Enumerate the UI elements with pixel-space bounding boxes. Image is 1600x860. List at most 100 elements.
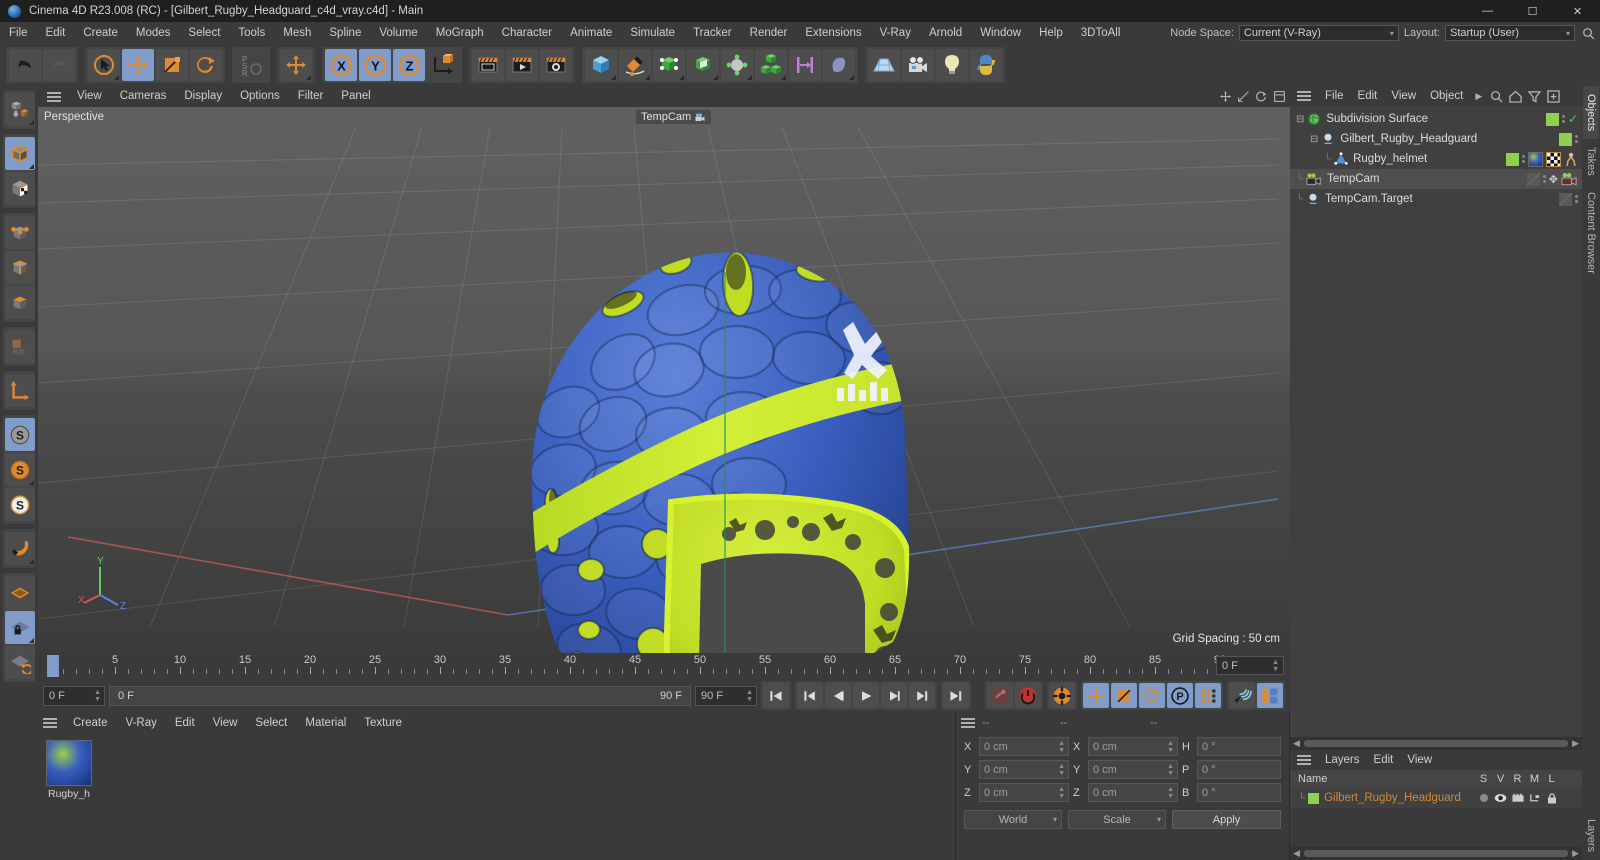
keyframe-settings-icon[interactable] xyxy=(1049,683,1075,708)
play-icon[interactable] xyxy=(853,683,879,708)
pen-spline-icon[interactable] xyxy=(619,49,651,81)
spinner-icon[interactable]: ▲ ▼ xyxy=(1167,786,1174,800)
timeline-frame-field[interactable]: 0 F ▲ ▼ xyxy=(1216,656,1284,675)
viewport[interactable]: Perspective TempCam Y X Z Grid Spacing:… xyxy=(38,107,1290,653)
mograph-icon[interactable] xyxy=(755,49,787,81)
workplane-reset-icon[interactable] xyxy=(5,646,35,679)
menu-item-select[interactable]: Select xyxy=(179,22,229,44)
y-axis-icon[interactable]: Y xyxy=(359,49,391,81)
psr-icon[interactable]: PSR xyxy=(235,49,267,81)
menu-item-window[interactable]: Window xyxy=(971,22,1030,44)
spinner-icon[interactable]: ▲ ▼ xyxy=(1058,786,1065,800)
object-enable-toggle[interactable] xyxy=(1559,192,1572,206)
magnifier-icon[interactable] xyxy=(1490,90,1503,103)
floor-icon[interactable] xyxy=(868,49,900,81)
object-row[interactable]: └ Rugby_helmet xyxy=(1290,149,1582,169)
snap-settings-icon[interactable]: S xyxy=(5,453,35,486)
object-visibility-dots[interactable] xyxy=(1575,135,1578,143)
hamburger-icon[interactable] xyxy=(1297,752,1313,768)
material-list[interactable]: Rugby_h xyxy=(38,734,955,860)
move-icon[interactable] xyxy=(122,49,154,81)
hamburger-icon[interactable] xyxy=(961,715,977,731)
object-tree[interactable]: ⊟ Subdivision Surface ✓ ⊟ Gilbert_Rugby_Head… xyxy=(1290,106,1582,737)
spinner-icon[interactable]: ▲ ▼ xyxy=(1058,740,1065,754)
coord-input-size-z[interactable]: 0 cm ▲ ▼ xyxy=(1088,783,1178,802)
object-enable-toggle[interactable] xyxy=(1559,132,1572,146)
phong-tag-icon[interactable] xyxy=(1564,152,1578,167)
coord-input-size-y[interactable]: 0 cm ▲ ▼ xyxy=(1088,760,1178,779)
light-icon[interactable] xyxy=(936,49,968,81)
object-visibility-dots[interactable] xyxy=(1575,195,1578,203)
preview-end-input[interactable]: 90 F ▲ ▼ xyxy=(695,685,757,706)
layer-row[interactable]: └ Gilbert_Rugby_Headguard xyxy=(1290,788,1582,808)
solo-dot-icon[interactable] xyxy=(1475,793,1492,804)
scale-icon[interactable] xyxy=(156,49,188,81)
menu-item-tracker[interactable]: Tracker xyxy=(684,22,741,44)
menu-item-3dtoall[interactable]: 3DToAll xyxy=(1072,22,1130,44)
vertical-tab-content-browser[interactable]: Content Browser xyxy=(1583,184,1599,282)
scroll-right-icon[interactable]: ▶ xyxy=(1572,848,1579,859)
hamburger-icon[interactable] xyxy=(47,89,63,105)
menu-item-v-ray[interactable]: V-Ray xyxy=(871,22,920,44)
menu-item-arnold[interactable]: Arnold xyxy=(920,22,971,44)
spinner-icon[interactable]: ▲ ▼ xyxy=(1167,763,1174,777)
manager-icon[interactable] xyxy=(1526,793,1543,804)
viewport-menu-view[interactable]: View xyxy=(68,86,111,107)
object-visibility-dots[interactable] xyxy=(1522,155,1525,163)
menu-item-extensions[interactable]: Extensions xyxy=(796,22,870,44)
scrollbar-thumb[interactable] xyxy=(1303,740,1569,747)
menu-item-render[interactable]: Render xyxy=(741,22,797,44)
render-view-icon[interactable] xyxy=(472,49,504,81)
object-menu-view[interactable]: View xyxy=(1384,86,1423,106)
scroll-left-icon[interactable]: ◀ xyxy=(1293,848,1300,859)
viewport-menu-display[interactable]: Display xyxy=(175,86,231,107)
home-icon[interactable] xyxy=(1509,90,1522,103)
maximize-icon[interactable]: ☐ xyxy=(1510,0,1555,22)
coord-input-position-x[interactable]: 0 cm ▲ ▼ xyxy=(979,737,1069,756)
goto-start-icon[interactable] xyxy=(763,683,789,708)
key-pla-icon[interactable]: P xyxy=(1167,683,1193,708)
minimize-icon[interactable]: — xyxy=(1465,0,1510,22)
object-row[interactable]: └ TempCam ✥ xyxy=(1290,169,1582,189)
filter-icon[interactable] xyxy=(1528,90,1542,103)
object-visibility-dots[interactable] xyxy=(1542,175,1546,183)
material-menu-texture[interactable]: Texture xyxy=(355,713,411,734)
material-menu-edit[interactable]: Edit xyxy=(166,713,204,734)
current-frame-input[interactable]: 0 F ▲ ▼ xyxy=(43,685,105,706)
redo-icon[interactable] xyxy=(43,49,75,81)
timeline[interactable]: 051015202530354045505560657075808590 0 F… xyxy=(38,653,1290,679)
points-mode-icon[interactable] xyxy=(5,216,35,249)
array-icon[interactable] xyxy=(687,49,719,81)
menu-item-file[interactable]: File xyxy=(0,22,37,44)
z-axis-icon[interactable]: Z xyxy=(393,49,425,81)
material-menu-material[interactable]: Material xyxy=(296,713,355,734)
scroll-left-icon[interactable]: ◀ xyxy=(1293,738,1300,749)
coord-input-rotation-p[interactable]: 0 ° xyxy=(1197,760,1281,779)
edges-mode-icon[interactable] xyxy=(5,251,35,284)
menu-item-mesh[interactable]: Mesh xyxy=(274,22,320,44)
layout-icon[interactable] xyxy=(1257,683,1283,708)
spinner-icon[interactable]: ▲ ▼ xyxy=(746,689,753,703)
expander-icon[interactable]: ⊟ xyxy=(1310,134,1318,145)
material-menu-view[interactable]: View xyxy=(204,713,247,734)
cube-icon[interactable] xyxy=(585,49,617,81)
viewport-menu-options[interactable]: Options xyxy=(231,86,289,107)
next-key-icon[interactable] xyxy=(909,683,935,708)
scrollbar-thumb[interactable] xyxy=(1303,850,1569,857)
generator-icon[interactable] xyxy=(653,49,685,81)
camera-icon[interactable] xyxy=(902,49,934,81)
viewport-menu-panel[interactable]: Panel xyxy=(332,86,379,107)
uv-tag-icon[interactable] xyxy=(1546,151,1561,167)
hamburger-icon[interactable] xyxy=(43,715,59,731)
maximize-view-icon[interactable] xyxy=(1273,90,1286,103)
material-menu-v-ray[interactable]: V-Ray xyxy=(117,713,166,734)
menu-item-tools[interactable]: Tools xyxy=(229,22,274,44)
lock-icon[interactable] xyxy=(1543,792,1560,804)
coord-input-rotation-b[interactable]: 0 ° xyxy=(1197,783,1281,802)
workplane-icon[interactable] xyxy=(5,576,35,609)
spinner-icon[interactable]: ▲ ▼ xyxy=(94,689,101,703)
render-settings-icon[interactable] xyxy=(540,49,572,81)
scroll-right-icon[interactable]: ▶ xyxy=(1572,738,1579,749)
scale-view-icon[interactable] xyxy=(1237,90,1250,103)
vertical-tab-takes[interactable]: Takes xyxy=(1583,139,1599,184)
